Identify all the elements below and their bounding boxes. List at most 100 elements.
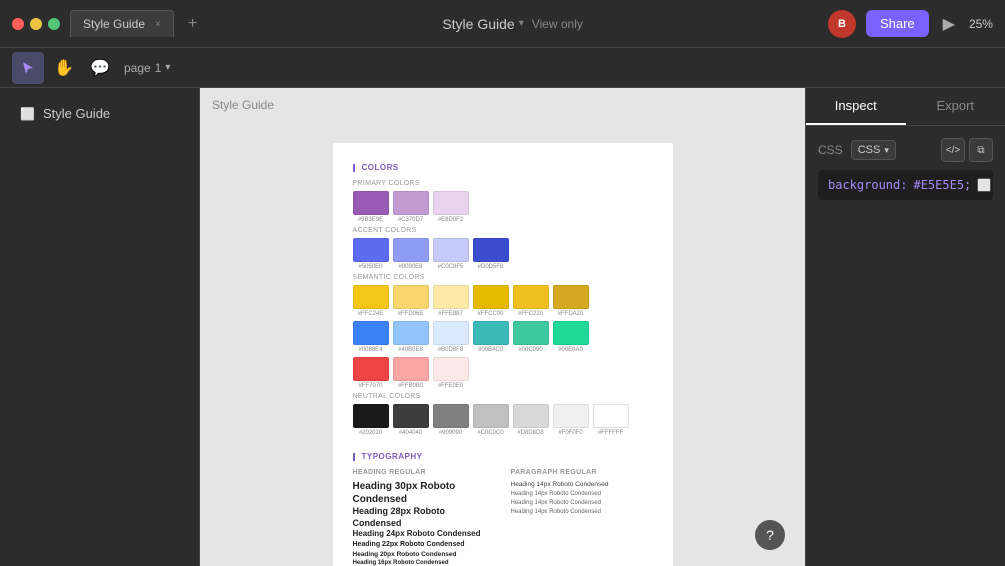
- css-format-select[interactable]: CSS ▾: [851, 140, 896, 160]
- list-item: #909090: [433, 404, 469, 436]
- copy-icon: ⧉: [977, 145, 984, 156]
- color-swatch-box: [473, 321, 509, 345]
- typography-section-header: TYPOGRAPHY: [353, 452, 653, 461]
- color-swatch-box: [473, 238, 509, 262]
- para-body-1: Heading 14px Roboto Condensed: [511, 480, 653, 490]
- list-item: #9B3E9E: [353, 191, 389, 223]
- swatch-label: #909090: [439, 430, 462, 436]
- color-swatch-box: [473, 404, 509, 428]
- swatch-label: #D0D5F8: [478, 264, 504, 270]
- swatch-label: #FFC24E: [358, 311, 384, 317]
- swatch-label: #5050E0: [358, 264, 382, 270]
- swatch-label: #C0C8F5: [438, 264, 464, 270]
- swatch-label: #404040: [399, 430, 422, 436]
- neutral-colors-row: #202020 #404040 #909090 #C0C0C0 #D8D8D8: [353, 404, 653, 436]
- list-item: #5050E0: [353, 238, 389, 270]
- color-swatch-box: [513, 404, 549, 428]
- main-tab[interactable]: Style Guide ×: [70, 10, 174, 37]
- new-tab-btn[interactable]: +: [188, 15, 197, 33]
- colors-section-header: COLORS: [353, 163, 653, 172]
- maximize-window-btn[interactable]: [48, 18, 60, 30]
- list-item: #FFDA20: [553, 285, 589, 317]
- list-item: #F0F0F0: [553, 404, 589, 436]
- list-item: #C370D7: [393, 191, 429, 223]
- section-bar-typo: [353, 453, 355, 461]
- window-controls: [12, 18, 60, 30]
- semantic-blue-row: #0088E4 #40B0E8 #B0D8F8 #00B4C0 #00C090: [353, 321, 653, 353]
- swatch-label: #C370D7: [398, 217, 423, 223]
- list-item: #D8D8D8: [513, 404, 549, 436]
- close-window-btn[interactable]: [12, 18, 24, 30]
- section-bar: [353, 164, 355, 172]
- tab-label: Style Guide: [83, 17, 145, 31]
- color-swatch-box: [553, 285, 589, 309]
- color-swatch-box: [433, 191, 469, 215]
- color-swatch-box: [473, 285, 509, 309]
- sidebar-item-style-guide[interactable]: ⬜ Style Guide: [12, 100, 187, 127]
- heading-regular-label: HEADING REGULAR: [353, 469, 495, 476]
- list-item: #FFE0E0: [433, 357, 469, 389]
- color-swatch-box: [393, 404, 429, 428]
- heading-h5: Heading 20px Roboto Condensed: [353, 550, 495, 559]
- list-item: #FFD06E: [393, 285, 429, 317]
- list-item: #40B0E8: [393, 321, 429, 353]
- color-swatch-box: [353, 285, 389, 309]
- title-chevron-icon: ▾: [519, 18, 524, 29]
- play-icon[interactable]: ▶: [939, 10, 959, 38]
- center-title: Style Guide: [442, 16, 514, 32]
- swatch-label: #FFB0B0: [398, 383, 423, 389]
- list-item: #FFC220: [513, 285, 549, 317]
- color-swatch-box: [353, 321, 389, 345]
- color-swatch-box: [393, 321, 429, 345]
- swatch-label: #9B3E9E: [358, 217, 383, 223]
- list-item: #B0D8F8: [433, 321, 469, 353]
- right-sidebar-tabs: Inspect Export: [806, 88, 1005, 126]
- share-button[interactable]: Share: [866, 10, 929, 37]
- css-value-display: background: #E5E5E5;: [818, 170, 993, 200]
- para-body-2: Heading 14px Roboto Condensed: [511, 490, 653, 499]
- swatch-label: #E8D0F2: [438, 217, 463, 223]
- swatch-label: #00C090: [518, 347, 542, 353]
- comment-tool[interactable]: 💬: [84, 52, 116, 84]
- tab-export[interactable]: Export: [906, 88, 1005, 125]
- colors-header-label: COLORS: [362, 163, 399, 172]
- swatch-label: #FFC220: [518, 311, 543, 317]
- css-copy-btn[interactable]: ⧉: [969, 138, 993, 162]
- avatar: B: [828, 10, 856, 38]
- toolbar: ✋ 💬 page 1 ▾: [0, 48, 1005, 88]
- swatch-label: #8090E8: [398, 264, 422, 270]
- list-item: #FFCC00: [473, 285, 509, 317]
- css-code-btn[interactable]: </>: [941, 138, 965, 162]
- cursor-icon: [20, 60, 36, 76]
- top-bar-left: Style Guide × +: [12, 10, 197, 37]
- canvas-area[interactable]: Style Guide COLORS PRIMARY COLORS #9B3E9…: [200, 88, 805, 566]
- swatch-label: #C0C0C0: [477, 430, 503, 436]
- list-item: #FFB0B0: [393, 357, 429, 389]
- tab-close-btn[interactable]: ×: [155, 19, 161, 30]
- color-swatch-box: [593, 404, 629, 428]
- swatch-label: #00B4C0: [478, 347, 503, 353]
- page-number: 1: [155, 61, 162, 75]
- color-swatch-box: [353, 404, 389, 428]
- paragraph-regular-label: PARAGRAPH REGULAR: [511, 469, 653, 476]
- para-body-4: Heading 14px Roboto Condensed: [511, 508, 653, 517]
- color-swatch-box: [553, 404, 589, 428]
- top-bar-center: Style Guide ▾ View only: [442, 16, 583, 32]
- typography-columns: HEADING REGULAR Heading 30px Roboto Cond…: [353, 469, 653, 566]
- primary-colors-row: #9B3E9E #C370D7 #E8D0F2: [353, 191, 653, 223]
- heading-regular-col: HEADING REGULAR Heading 30px Roboto Cond…: [353, 469, 495, 566]
- swatch-label: #FFDA20: [558, 311, 584, 317]
- frame-icon: ⬜: [20, 107, 35, 121]
- tab-inspect[interactable]: Inspect: [806, 88, 906, 125]
- color-swatch-box: [553, 321, 589, 345]
- title-dropdown[interactable]: Style Guide ▾: [442, 16, 523, 32]
- swatch-label: #FFFFFF: [598, 430, 623, 436]
- hand-tool[interactable]: ✋: [48, 52, 80, 84]
- heading-h3: Heading 24px Roboto Condensed: [353, 529, 495, 539]
- top-bar-right: B Share ▶ 25%: [828, 10, 993, 38]
- help-button[interactable]: ?: [755, 520, 785, 550]
- minimize-window-btn[interactable]: [30, 18, 42, 30]
- select-tool[interactable]: [12, 52, 44, 84]
- css-color-preview[interactable]: [977, 178, 991, 192]
- color-swatch-box: [513, 285, 549, 309]
